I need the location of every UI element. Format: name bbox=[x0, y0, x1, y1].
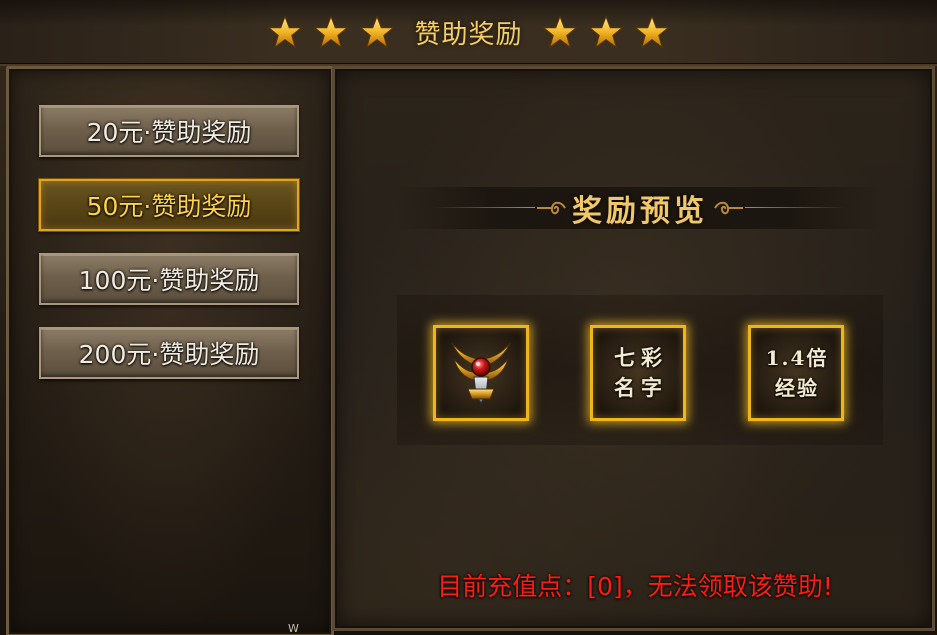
preview-header: 奖励预览 bbox=[395, 187, 885, 229]
tier-button-200[interactable]: 200元·赞助奖励 bbox=[39, 327, 299, 379]
gold-star-icon bbox=[634, 15, 669, 49]
title-bar: 赞助奖励 bbox=[0, 0, 937, 66]
title-row: 赞助奖励 bbox=[0, 12, 937, 52]
gold-star-icon bbox=[588, 15, 623, 49]
tier-button-50[interactable]: 50元·赞助奖励 bbox=[39, 179, 299, 231]
tier-button-100[interactable]: 100元·赞助奖励 bbox=[39, 253, 299, 305]
reward-preview-panel: 奖励预览 七彩 名字 1.4倍 经验 目前充值点：[0]，无法领取该赞助! bbox=[332, 66, 935, 631]
scroll-ornament-icon bbox=[711, 197, 745, 219]
corner-mark: W bbox=[288, 622, 299, 635]
reward-slot-item[interactable] bbox=[433, 325, 529, 421]
window-title: 赞助奖励 bbox=[414, 19, 523, 50]
status-message: 目前充值点：[0]，无法领取该赞助! bbox=[437, 572, 833, 601]
tier-button-20[interactable]: 20元·赞助奖励 bbox=[39, 105, 299, 157]
gold-star-icon bbox=[268, 15, 303, 49]
sponsor-reward-window: 赞助奖励 20元·赞助奖励 50元·赞助奖励 100元·赞助奖励 200元·赞助… bbox=[0, 0, 937, 635]
header-divider-right bbox=[745, 207, 845, 208]
gold-star-icon bbox=[542, 15, 577, 49]
header-divider-left bbox=[435, 207, 535, 208]
reward-slot-colorful-name[interactable]: 七彩 名字 bbox=[590, 325, 686, 421]
gold-star-icon bbox=[360, 15, 395, 49]
preview-title: 奖励预览 bbox=[572, 194, 708, 229]
reward-slot-exp-boost[interactable]: 1.4倍 经验 bbox=[748, 325, 844, 421]
reward-label: 七彩 名字 bbox=[614, 345, 668, 400]
tier-list-panel: 20元·赞助奖励 50元·赞助奖励 100元·赞助奖励 200元·赞助奖励 bbox=[6, 66, 334, 635]
reward-label: 1.4倍 经验 bbox=[765, 346, 829, 400]
winged-gem-emblem-icon bbox=[448, 337, 514, 409]
scroll-ornament-icon bbox=[535, 197, 569, 219]
gold-star-icon bbox=[314, 15, 349, 49]
